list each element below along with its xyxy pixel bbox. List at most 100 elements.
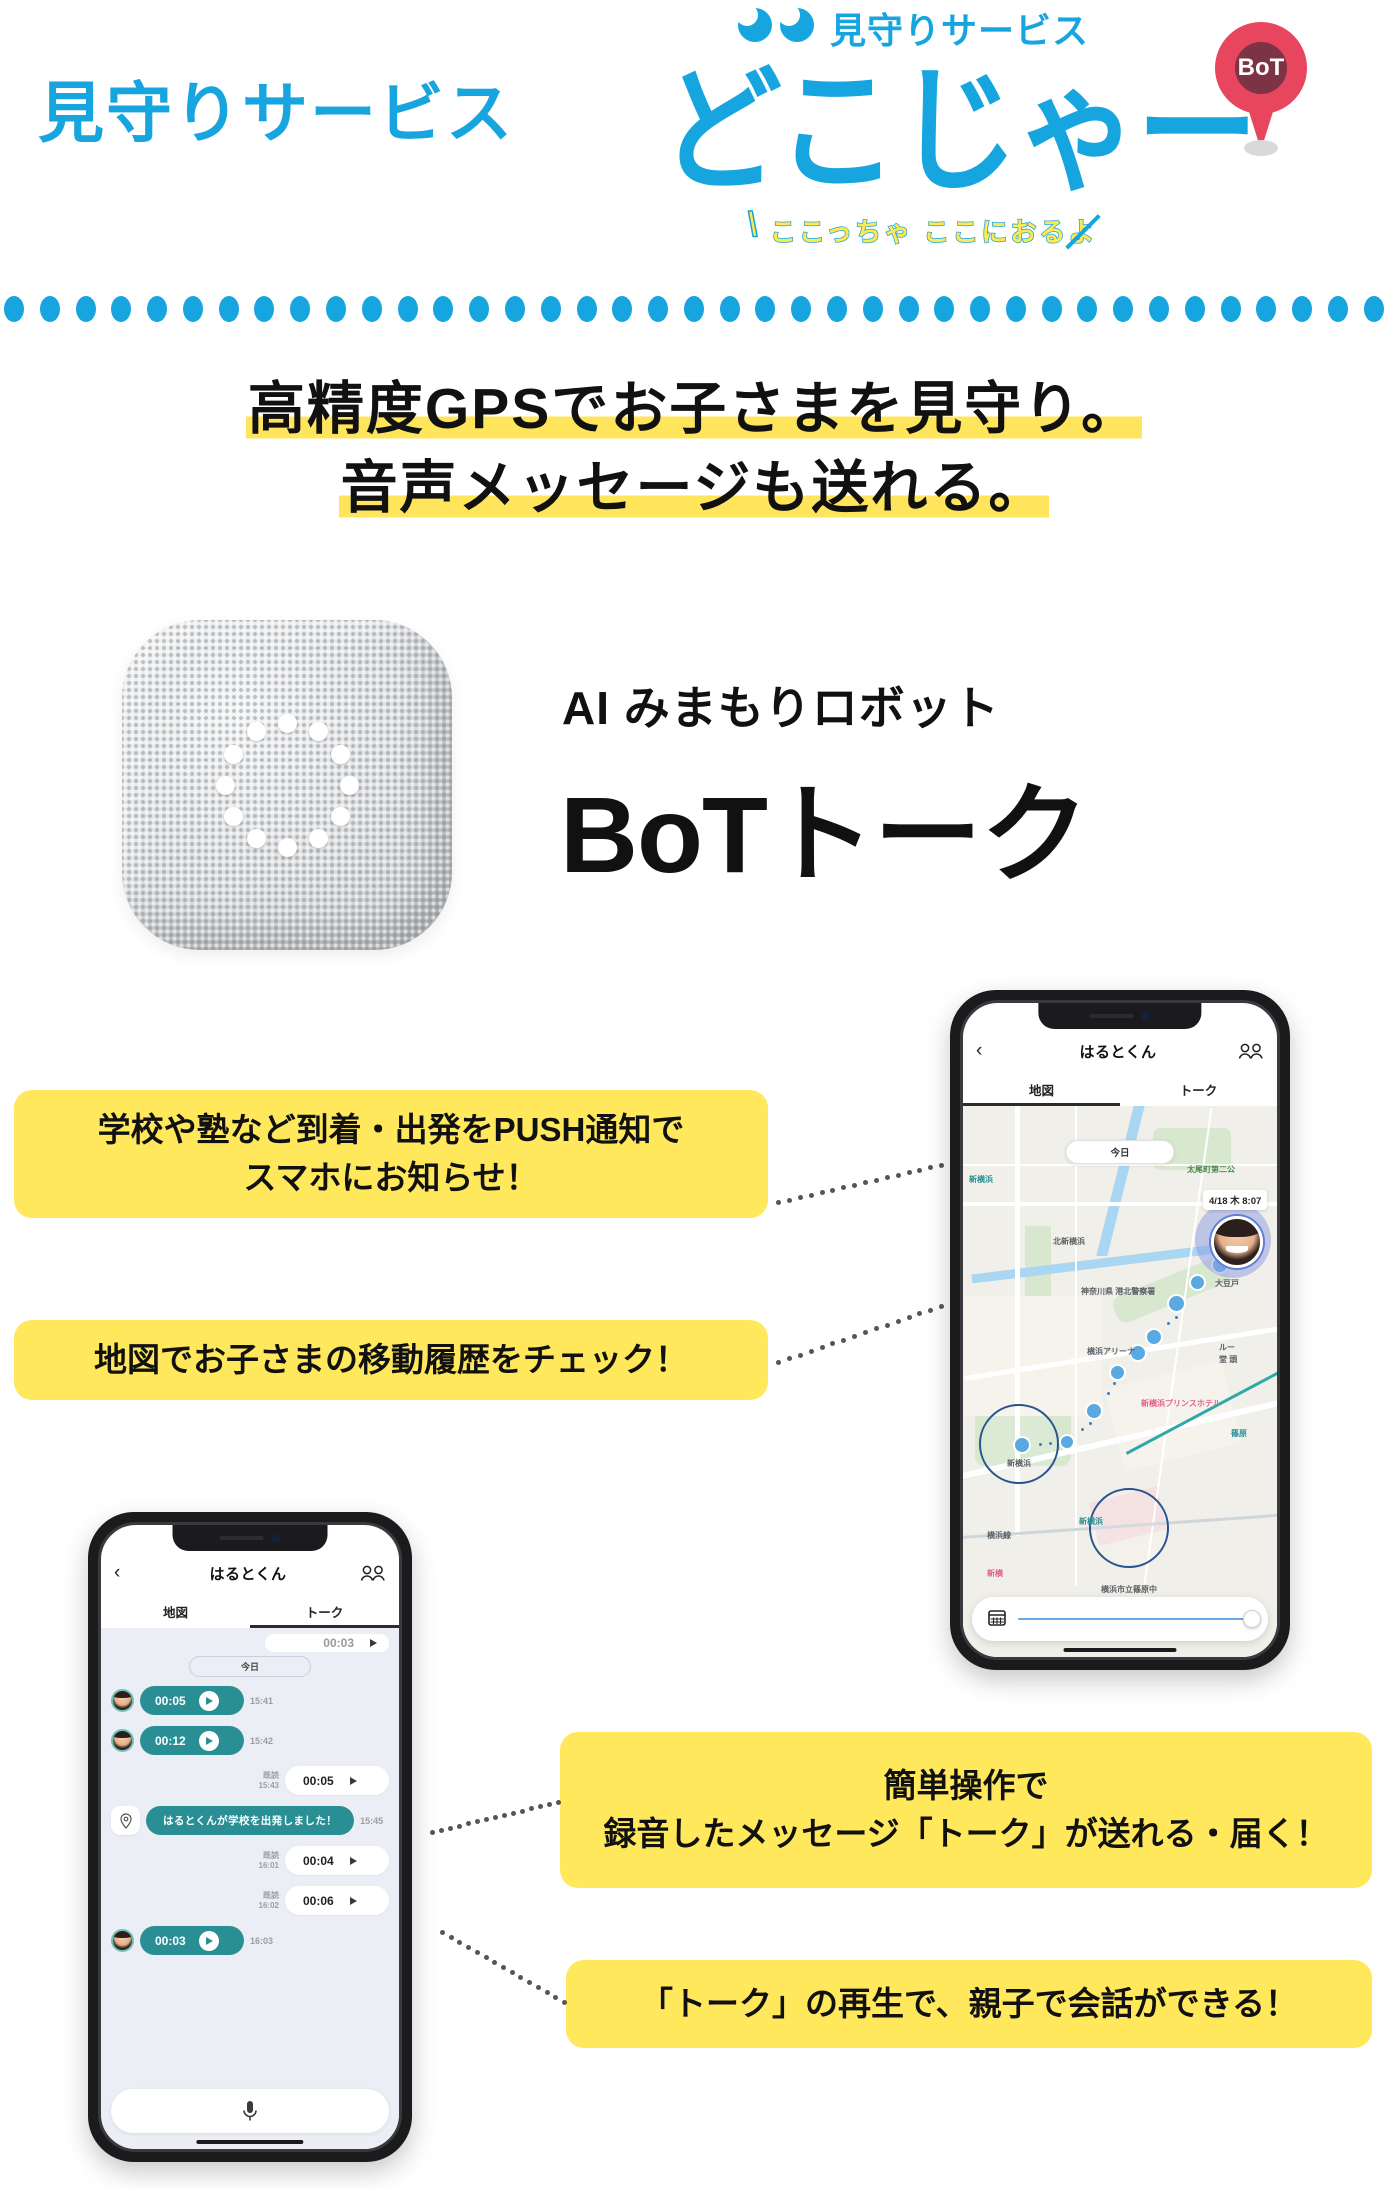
home-indicator — [1063, 1648, 1177, 1652]
tab-talk[interactable]: トーク — [250, 1595, 399, 1628]
audio-message-bubble[interactable]: 00:05 — [285, 1766, 389, 1795]
map-label: 新横浜 — [1007, 1459, 1031, 1468]
tab-map[interactable]: 地図 — [963, 1073, 1120, 1106]
leader-dot — [808, 1348, 814, 1354]
audio-message-bubble[interactable]: 00:03 — [140, 1926, 244, 1955]
product-subtitle: AI みまもりロボット — [562, 682, 1000, 734]
slider-knob[interactable] — [1243, 1610, 1261, 1628]
audio-duration: 00:12 — [155, 1733, 186, 1748]
headline-line-2: 音声メッセージも送れる。 — [338, 455, 1050, 520]
divider-dot — [254, 296, 275, 322]
child-avatar — [111, 1929, 134, 1952]
calendar-icon[interactable] — [988, 1608, 1006, 1631]
audio-message-bubble[interactable]: 00:05 — [140, 1686, 244, 1715]
record-mic-button[interactable] — [111, 2089, 389, 2133]
audio-message-bubble[interactable]: 00:04 — [285, 1846, 389, 1875]
divider-dot — [1184, 296, 1205, 322]
map-label: 太尾町第二公 — [1187, 1165, 1235, 1174]
play-button[interactable] — [349, 1856, 357, 1865]
event-message-bubble: はるとくんが学校を出発しました！ — [146, 1806, 355, 1835]
divider-dot — [290, 296, 311, 322]
leader-dot — [786, 1197, 792, 1203]
divider-dot — [111, 296, 132, 322]
chat-message-list: 00:05 15:41 00:12 15:42 既読 15:43 00:05 はるとくんが学校… — [111, 1686, 389, 1955]
read-label: 既読 — [263, 1770, 279, 1780]
divider-dot — [791, 296, 812, 322]
home-indicator — [196, 2140, 304, 2144]
leader-dot — [863, 1180, 868, 1185]
leader-dot — [520, 1808, 525, 1814]
child-avatar — [111, 1689, 134, 1712]
leader-dot — [917, 1311, 923, 1317]
leader-dot — [544, 1990, 550, 1995]
main-headline: 高精度GPSでお子さまを見守り。 音声メッセージも送れる。 — [0, 370, 1388, 527]
product-name: BoTトーク — [560, 774, 1089, 895]
tab-map[interactable]: 地図 — [101, 1595, 250, 1628]
leader-dot — [527, 1980, 533, 1985]
back-chevron-icon[interactable]: ‹ — [114, 1562, 140, 1584]
audio-message-bubble[interactable]: 00:12 — [140, 1726, 244, 1755]
audio-duration: 00:06 — [303, 1893, 334, 1908]
back-chevron-icon[interactable]: ‹ — [976, 1040, 1002, 1062]
app-tabs-map: 地図 トーク — [963, 1073, 1277, 1106]
device-led — [223, 806, 243, 826]
leader-dot — [906, 1170, 912, 1175]
play-button[interactable] — [198, 1690, 219, 1711]
divider-dot — [576, 296, 597, 322]
divider-dot — [934, 296, 955, 322]
leader-dot — [511, 1810, 516, 1816]
divider-dot — [1041, 296, 1062, 322]
talk-view[interactable]: 00:03 今日 00:05 15:41 00:12 15:42 既読 15:43 00:0… — [101, 1628, 399, 2149]
leader-dot — [884, 1175, 890, 1180]
tab-talk[interactable]: トーク — [1120, 1073, 1277, 1106]
leader-dot — [841, 1337, 847, 1343]
play-button[interactable] — [198, 1730, 219, 1751]
leader-dot — [895, 1172, 901, 1178]
divider-dot — [504, 296, 525, 322]
callout-push-notification: 学校や塾など到着・出発をPUSH通知で スマホにお知らせ！ — [14, 1090, 768, 1218]
chat-message-row: 既読 15:43 00:05 — [111, 1766, 389, 1795]
leader-dot — [873, 1177, 879, 1183]
audio-duration: 00:04 — [303, 1853, 334, 1868]
leader-dot — [895, 1318, 901, 1324]
divider-dot — [1077, 296, 1098, 322]
leader-dot — [852, 1182, 858, 1188]
leader-dot — [928, 1165, 934, 1170]
map-label: 新横浜 — [969, 1175, 993, 1184]
device-led — [277, 837, 297, 857]
chat-date-chip: 今日 — [189, 1656, 311, 1677]
divider-dot — [469, 296, 490, 322]
callout-talk-send: 簡単操作で 録音したメッセージ「トーク」が送れる・届く！ — [560, 1732, 1372, 1888]
play-button[interactable] — [198, 1930, 219, 1951]
chat-message-row: 既読 16:01 00:04 — [111, 1846, 389, 1875]
map-label: 大豆戸 — [1215, 1279, 1239, 1288]
leader-dot — [776, 1200, 781, 1205]
leader-dot — [776, 1360, 781, 1365]
divider-dot — [326, 296, 347, 322]
leader-dot — [906, 1315, 912, 1320]
read-receipt: 既読 16:02 — [259, 1891, 279, 1911]
leader-dot — [884, 1322, 890, 1328]
play-button[interactable] — [349, 1896, 357, 1905]
people-group-icon[interactable] — [356, 1565, 386, 1582]
map-view[interactable]: 今日 4/18 木 8:07 新横浜 北新横浜 太尾町第二公 神奈川県 港北警察… — [963, 1106, 1277, 1657]
leader-dot — [852, 1333, 858, 1339]
nav-title-chat: はるとくん — [209, 1565, 287, 1583]
leader-dot — [830, 1341, 836, 1347]
leader-dot — [457, 1823, 462, 1829]
people-group-icon[interactable] — [1234, 1043, 1264, 1060]
divider-dot — [970, 296, 991, 322]
callout-push-line-1: 学校や塾など到着・出発をPUSH通知で — [97, 1110, 685, 1148]
slider-track[interactable] — [1018, 1610, 1261, 1628]
leader-dot — [547, 1802, 552, 1808]
audio-message-bubble[interactable]: 00:06 — [285, 1886, 389, 1915]
map-date-chip[interactable]: 今日 — [1065, 1140, 1175, 1164]
map-timeline-slider[interactable] — [972, 1597, 1268, 1641]
play-button[interactable] — [349, 1776, 357, 1785]
divider-dot — [1113, 296, 1134, 322]
leader-dot — [448, 1825, 453, 1831]
leader-dot — [529, 1806, 534, 1812]
divider-dot — [1005, 296, 1026, 322]
divider-dot — [361, 296, 382, 322]
tagline-slash-right: ／ — [1065, 214, 1101, 254]
